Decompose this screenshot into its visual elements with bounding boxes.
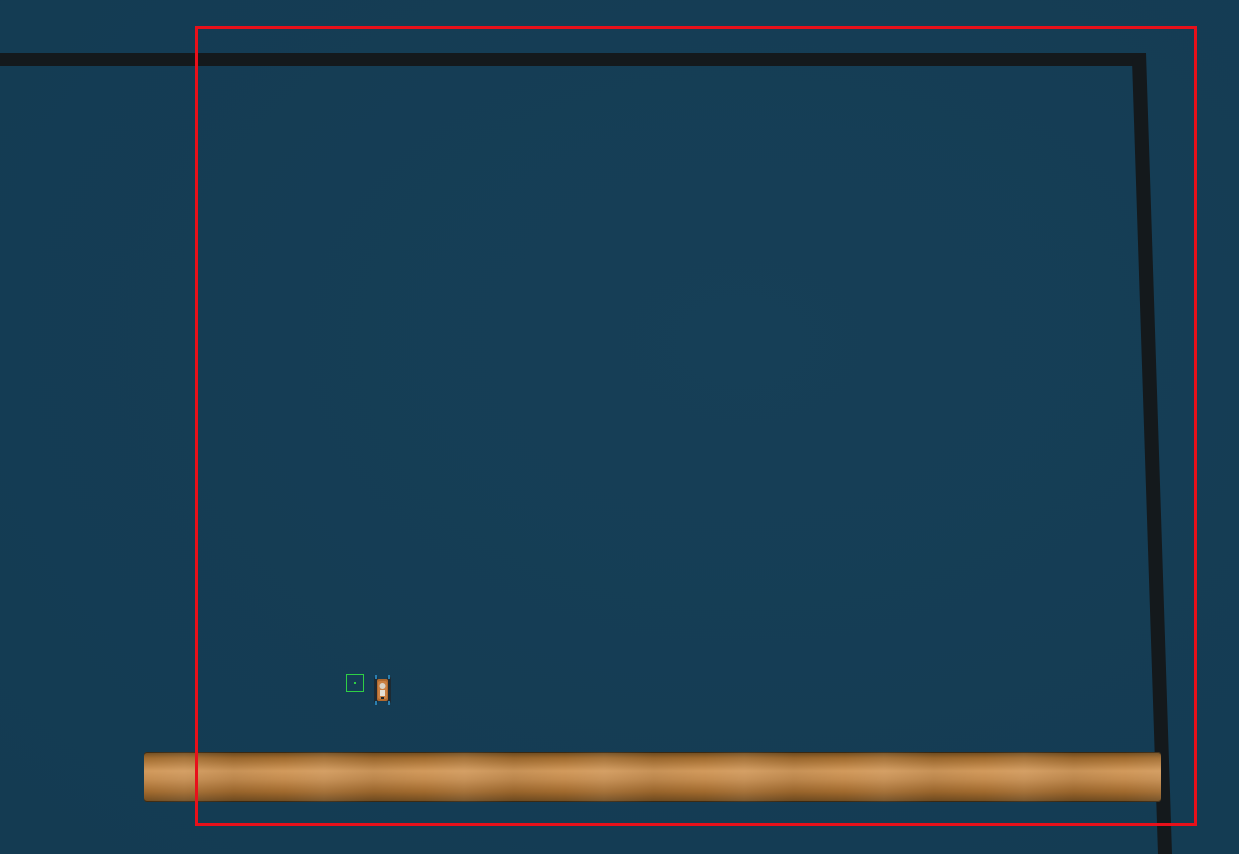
target-center-dot xyxy=(354,682,356,684)
bounding-box xyxy=(195,26,1197,826)
game-viewport[interactable] xyxy=(0,0,1239,854)
target-marker[interactable] xyxy=(346,674,364,692)
boundary-wall-right xyxy=(1132,53,1172,854)
boundary-wall-top xyxy=(0,53,1146,66)
wooden-plank xyxy=(144,752,1161,802)
robot-icon[interactable] xyxy=(373,674,392,706)
